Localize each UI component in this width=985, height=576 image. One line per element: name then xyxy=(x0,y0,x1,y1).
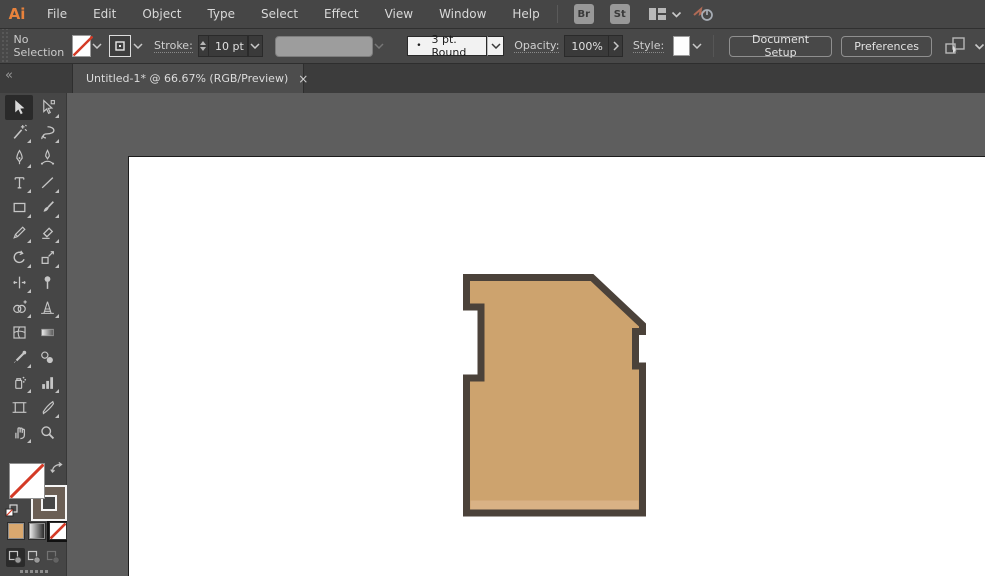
menu-badges: Br St xyxy=(566,4,638,24)
stroke-weight-field[interactable]: 10 pt xyxy=(208,35,248,57)
brush-definition-field[interactable]: • 3 pt. Round xyxy=(407,33,488,59)
artboard-tool[interactable] xyxy=(5,395,33,420)
fill-proxy[interactable] xyxy=(9,463,45,499)
isolate-selection-icon[interactable] xyxy=(944,36,968,56)
sd-card-shape[interactable] xyxy=(129,157,985,576)
variable-width-profile-preview[interactable] xyxy=(275,35,373,57)
perspective-grid-tool[interactable] xyxy=(33,295,61,320)
workspace-switcher-icon[interactable] xyxy=(648,7,667,21)
type-tool[interactable] xyxy=(5,170,33,195)
menu-separator xyxy=(556,5,558,23)
fill-stroke-indicator xyxy=(0,460,67,522)
workspace-chevron-icon[interactable] xyxy=(671,8,682,21)
brush-definition-dropdown[interactable]: • 3 pt. Round xyxy=(407,33,505,59)
tools-panel xyxy=(0,93,69,576)
menu-item-object[interactable]: Object xyxy=(129,0,194,28)
column-graph-tool[interactable] xyxy=(33,370,61,395)
fill-color-swatch[interactable] xyxy=(72,35,94,57)
menu-item-view[interactable]: View xyxy=(372,0,426,28)
selection-tool[interactable] xyxy=(5,95,33,120)
st-panel-badge[interactable]: St xyxy=(609,4,630,24)
draw-behind-button[interactable] xyxy=(25,548,44,567)
control-separator xyxy=(712,35,714,57)
shape-builder-tool[interactable] xyxy=(5,295,33,320)
illustrator-window: Ai File Edit Object Type Select Effect View Win… xyxy=(0,0,985,576)
toolbar-options-dots[interactable] xyxy=(0,570,67,573)
curvature-tool[interactable] xyxy=(33,145,61,170)
menu-item-type[interactable]: Type xyxy=(194,0,248,28)
style-label[interactable]: Style: xyxy=(632,39,665,53)
none-mode-button[interactable] xyxy=(47,520,69,542)
slice-tool[interactable] xyxy=(33,395,61,420)
stroke-label[interactable]: Stroke: xyxy=(154,39,193,53)
blend-tool[interactable] xyxy=(33,345,61,370)
tools-grid xyxy=(0,93,66,445)
gradient-mode-button[interactable] xyxy=(28,522,46,540)
paintbrush-tool[interactable] xyxy=(33,195,61,220)
menu-item-effect[interactable]: Effect xyxy=(311,0,372,28)
br-panel-badge[interactable]: Br xyxy=(573,4,594,24)
line-segment-tool[interactable] xyxy=(33,170,61,195)
pen-tool[interactable] xyxy=(5,145,33,170)
stroke-weight-chevron-icon[interactable] xyxy=(247,35,264,57)
brush-definition-chevron-icon[interactable] xyxy=(487,36,505,56)
rectangle-tool[interactable] xyxy=(5,195,33,220)
symbol-sprayer-tool[interactable] xyxy=(5,370,33,395)
hand-tool[interactable] xyxy=(5,420,33,445)
artboard[interactable] xyxy=(128,156,985,576)
opacity-field[interactable]: 100% xyxy=(564,35,610,57)
scale-tool[interactable] xyxy=(33,245,61,270)
magic-wand-tool[interactable] xyxy=(5,120,33,145)
default-fill-stroke-icon[interactable] xyxy=(5,504,18,520)
brush-dot-icon: • xyxy=(416,41,422,51)
rotate-tool[interactable] xyxy=(5,245,33,270)
opacity-flyout-icon[interactable] xyxy=(609,35,623,57)
drawing-mode-buttons xyxy=(0,548,67,567)
menu-item-help[interactable]: Help xyxy=(499,0,552,28)
lasso-tool[interactable] xyxy=(33,120,61,145)
menu-items: File Edit Object Type Select Effect View Window… xyxy=(34,0,553,28)
control-panel-chevron-icon[interactable] xyxy=(974,40,985,53)
collapse-panel-icon[interactable]: « xyxy=(5,68,13,83)
swap-fill-stroke-icon[interactable] xyxy=(50,461,64,477)
menu-item-file[interactable]: File xyxy=(34,0,80,28)
document-tab-bar: « Untitled-1* @ 66.67% (RGB/Preview) × xyxy=(0,64,985,93)
preferences-button[interactable]: Preferences xyxy=(841,35,932,57)
stroke-color-chevron-icon[interactable] xyxy=(131,35,144,57)
draw-inside-button xyxy=(44,548,63,567)
stroke-weight-stepper[interactable] xyxy=(197,35,209,57)
menu-bar: Ai File Edit Object Type Select Effect View Win… xyxy=(0,0,985,29)
document-tab-title: Untitled-1* @ 66.67% (RGB/Preview) xyxy=(86,72,289,85)
document-setup-button[interactable]: Document Setup xyxy=(728,33,833,59)
puppet-warp-tool[interactable] xyxy=(33,270,61,295)
menu-item-select[interactable]: Select xyxy=(248,0,311,28)
document-tab[interactable]: Untitled-1* @ 66.67% (RGB/Preview) × xyxy=(72,64,308,93)
canvas-pasteboard[interactable] xyxy=(67,93,985,576)
style-chevron-icon[interactable] xyxy=(690,35,703,57)
width-tool[interactable] xyxy=(5,270,33,295)
eraser-tool[interactable] xyxy=(33,220,61,245)
gpu-performance-icon[interactable] xyxy=(692,5,716,23)
brush-definition-value: 3 pt. Round xyxy=(431,33,467,59)
eyedropper-tool[interactable] xyxy=(5,345,33,370)
opacity-label[interactable]: Opacity: xyxy=(514,39,560,53)
app-logo[interactable]: Ai xyxy=(0,5,34,23)
control-bar: No Selection Stroke: 10 pt • 3 pt. Round… xyxy=(0,29,985,64)
draw-normal-button[interactable] xyxy=(6,548,25,567)
tab-close-icon[interactable]: × xyxy=(288,72,318,86)
direct-selection-tool[interactable] xyxy=(33,95,61,120)
mesh-tool[interactable] xyxy=(5,320,33,345)
gradient-tool[interactable] xyxy=(33,320,61,345)
style-swatch[interactable] xyxy=(673,36,691,56)
selection-status: No Selection xyxy=(13,33,65,59)
paint-style-buttons xyxy=(0,520,69,542)
stroke-color-swatch[interactable] xyxy=(109,35,132,57)
menu-item-window[interactable]: Window xyxy=(426,0,499,28)
width-profile-chevron-icon[interactable] xyxy=(373,35,386,57)
shaper-tool[interactable] xyxy=(5,220,33,245)
color-mode-button[interactable] xyxy=(7,522,25,540)
zoom-tool[interactable] xyxy=(33,420,61,445)
panel-grip[interactable] xyxy=(0,29,8,63)
menu-item-edit[interactable]: Edit xyxy=(80,0,129,28)
